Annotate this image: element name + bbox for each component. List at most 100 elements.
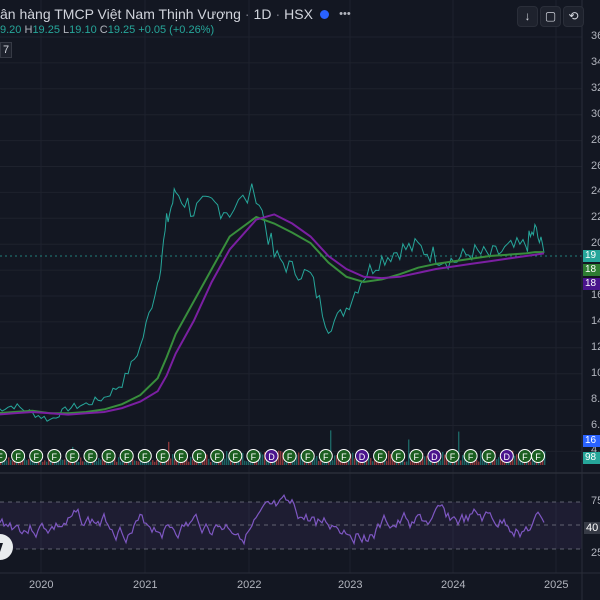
symbol-header[interactable]: ân hàng TMCP Việt Nam Thịnh Vượng · 1D ·… xyxy=(0,4,354,24)
event-marker[interactable]: D xyxy=(264,449,279,463)
event-marker[interactable]: F xyxy=(481,449,496,463)
price-tag: 16 xyxy=(583,435,600,447)
volume-bar xyxy=(202,461,204,465)
time-axis-label: 2022 xyxy=(237,579,262,591)
open-value: 9.20 xyxy=(0,24,22,36)
price-axis-label: 34 xyxy=(591,55,600,68)
volume-bar xyxy=(64,459,66,465)
volume-bar xyxy=(156,460,158,465)
event-marker[interactable]: F xyxy=(210,449,225,463)
event-marker[interactable]: F xyxy=(174,449,188,463)
volume-bar xyxy=(174,459,176,465)
volume-bar xyxy=(134,460,136,465)
close-label: C xyxy=(99,24,108,36)
volume-bar xyxy=(530,461,532,465)
event-marker[interactable]: F xyxy=(11,449,26,463)
event-marker[interactable]: D xyxy=(427,449,442,463)
event-marker[interactable]: F xyxy=(300,449,315,463)
svg-text:F: F xyxy=(323,452,329,462)
volume-bar xyxy=(6,460,8,465)
volume-bar xyxy=(4,461,6,465)
rsi-axis-label: 25 xyxy=(591,547,600,559)
time-axis-label: 2021 xyxy=(133,579,158,591)
volume-bar xyxy=(372,461,374,465)
event-marker[interactable]: F xyxy=(47,449,62,463)
volume-bar xyxy=(118,457,120,465)
event-marker[interactable]: F xyxy=(83,449,98,463)
price-axis-label: 24 xyxy=(591,185,600,198)
volume-bar xyxy=(8,457,10,465)
price-axis-label: 16 xyxy=(591,289,600,301)
price-axis-label: 36 xyxy=(591,30,600,42)
volume-bar xyxy=(66,460,68,465)
volume-bar xyxy=(26,460,28,465)
price-tag: 18 xyxy=(583,278,600,290)
event-marker[interactable]: F xyxy=(192,449,207,463)
svg-text:F: F xyxy=(106,452,112,462)
event-marker[interactable]: F xyxy=(373,449,388,463)
svg-text:F: F xyxy=(70,452,76,462)
event-marker[interactable]: F xyxy=(246,449,261,463)
event-marker[interactable]: F xyxy=(282,449,297,463)
event-marker[interactable]: F xyxy=(517,449,532,463)
time-axis-label: 2020 xyxy=(29,579,54,591)
volume-bar xyxy=(352,452,354,465)
event-marker[interactable]: F xyxy=(409,449,424,463)
volume-bar xyxy=(480,450,482,465)
svg-text:D: D xyxy=(504,452,511,462)
more-options-icon[interactable]: ••• xyxy=(336,5,354,23)
event-marker[interactable]: F xyxy=(318,449,333,463)
event-marker[interactable]: F xyxy=(29,449,44,463)
event-marker[interactable]: F xyxy=(155,449,170,463)
event-marker[interactable]: F xyxy=(391,449,406,463)
volume-bar xyxy=(188,461,190,465)
svg-text:F: F xyxy=(414,452,420,462)
volume-bar xyxy=(444,454,446,465)
svg-text:F: F xyxy=(15,452,21,462)
volume-bar xyxy=(170,458,172,465)
event-marker[interactable]: F xyxy=(445,449,460,463)
indicators-count-badge[interactable]: 7 xyxy=(0,42,12,58)
event-marker[interactable]: D xyxy=(355,449,369,463)
event-marker[interactable]: F xyxy=(228,449,243,463)
volume-bar xyxy=(242,452,244,465)
time-axis-label: 2025 xyxy=(544,579,569,591)
svg-text:D: D xyxy=(359,452,366,462)
price-tag: 19 xyxy=(583,250,600,262)
time-axis-label: 2023 xyxy=(338,579,363,591)
volume-bar xyxy=(260,452,262,465)
price-axis-label: 12 xyxy=(591,340,600,353)
event-marker[interactable]: F xyxy=(336,449,351,463)
svg-text:F: F xyxy=(251,452,257,462)
settings-icon[interactable]: ⟲ xyxy=(563,6,584,27)
event-marker[interactable]: F xyxy=(119,449,134,463)
volume-bar xyxy=(332,460,334,465)
volume-bar xyxy=(44,460,46,465)
event-marker[interactable]: F xyxy=(531,449,545,463)
svg-text:F: F xyxy=(196,452,202,462)
svg-text:F: F xyxy=(52,452,58,462)
volume-bar xyxy=(408,439,410,465)
volume-bar xyxy=(28,459,30,465)
event-marker[interactable]: F xyxy=(65,449,80,463)
event-marker[interactable]: F xyxy=(137,449,152,463)
volume-bar xyxy=(516,454,518,465)
interval-label[interactable]: 1D xyxy=(254,6,272,22)
arrow-down-icon[interactable]: ↓ xyxy=(517,6,538,27)
volume-bar xyxy=(222,460,224,465)
price-axis-label: 26 xyxy=(591,159,600,172)
volume-bar xyxy=(334,455,336,465)
event-marker[interactable]: F xyxy=(101,449,116,463)
high-value: 19.25 xyxy=(32,24,60,36)
volume-bar xyxy=(424,456,426,465)
chart-canvas[interactable]: FFFFFFFFFFFFFFFDFFFFDFFFDFFFDFF xyxy=(0,0,600,600)
volume-bar xyxy=(78,461,80,465)
market-status-dot xyxy=(318,8,330,20)
rsi-band xyxy=(0,502,582,549)
event-marker[interactable]: D xyxy=(499,449,514,463)
maximize-icon[interactable]: ▢ xyxy=(540,6,561,27)
event-marker[interactable]: F xyxy=(463,449,478,463)
price-axis-label: 14 xyxy=(591,314,600,327)
volume-bar xyxy=(136,460,138,465)
symbol-title[interactable]: ân hàng TMCP Việt Nam Thịnh Vượng xyxy=(0,6,241,22)
